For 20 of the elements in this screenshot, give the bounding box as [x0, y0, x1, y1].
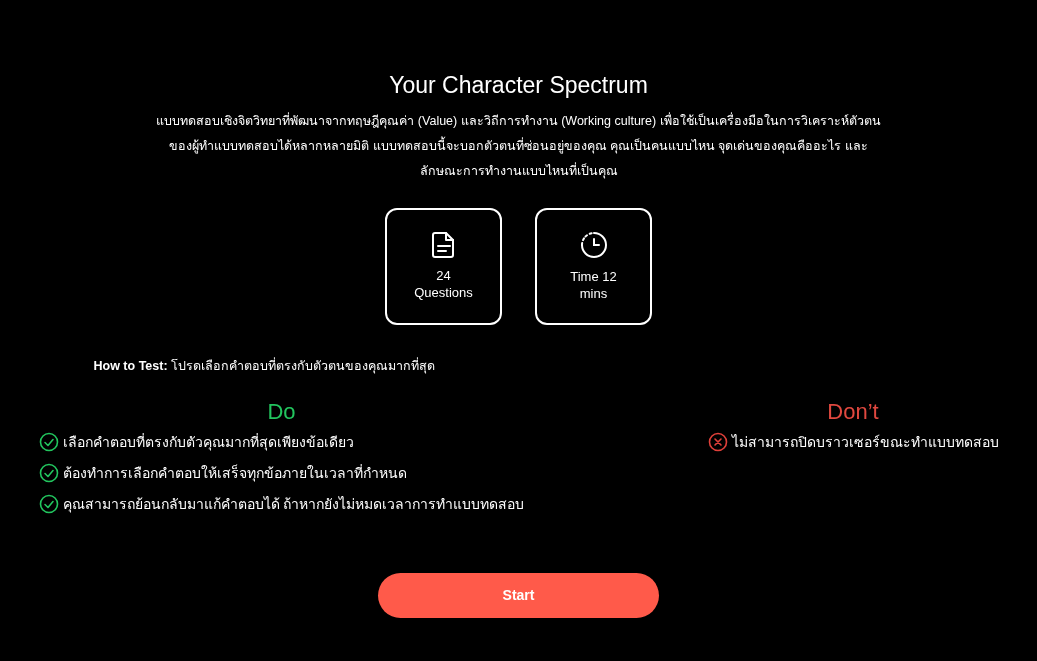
rule-item: ต้องทำการเลือกคำตอบให้เสร็จทุกข้อภายในเวลาที่กำหนด [62, 463, 407, 484]
card-label: Time 12 [570, 268, 617, 285]
check-circle-icon [38, 494, 59, 514]
rule-item: เลือกคำตอบที่ตรงกับตัวคุณมากที่สุดเพียงข้อเดียว [62, 432, 354, 453]
rule-item: คุณสามารถย้อนกลับมาแก้คำตอบได้ ถ้าหากยังไม่หมดเวลาการทำแบบทดสอบ [62, 494, 525, 515]
check-circle-icon [38, 432, 59, 452]
start-button[interactable]: Start [378, 572, 659, 618]
rule-item: ไม่สามารถปิดบราวเซอร์ขณะทำแบบทดสอบ [731, 432, 999, 452]
description: แบบทดสอบเชิงจิตวิทยาที่พัฒนาจากทฤษฎีคุณค่า (Value) และวิถีการทำงาน (Working culture) เพื่อใช้เป็นเครื่องมือในการวิเคราะห์ตัวตนของผู้ทำแบบทดสอบได้หลากหลายมิติ แบบทดสอบนี้จะบอกตัวตนที่ซ่อนอยู่ของคุณ คุณเป็นคนแบบไหน จุดเด่นของคุณคืออะไร และลักษณะการทำงานแบบไหนที่เป็นคุณ [155, 111, 882, 181]
timer-icon [578, 230, 609, 260]
rule-heading: Do [267, 397, 296, 426]
card-label: mins [579, 285, 608, 302]
rule-heading: Don’t [827, 397, 879, 426]
document-icon [430, 231, 457, 259]
page-title: Your Character Spectrum [389, 71, 648, 100]
card-label: 24 [436, 267, 451, 284]
x-circle-icon [707, 432, 728, 452]
check-circle-icon [38, 463, 59, 483]
card-label: Questions [414, 284, 473, 301]
instructions: How to Test: โปรดเลือกคำตอบที่ตรงกับตัวตนของคุณมากที่สุด [93, 358, 436, 373]
